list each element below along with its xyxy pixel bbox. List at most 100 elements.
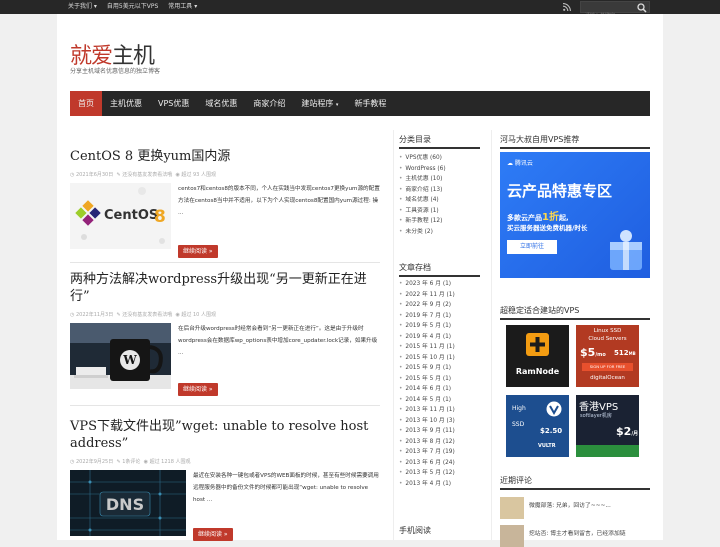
archive-item[interactable]: 2013 年 9 月 (11) (399, 426, 454, 437)
read-more-button[interactable]: 继续阅读 » (178, 383, 218, 396)
category-item[interactable]: 域名优惠 (4) (399, 195, 446, 206)
nav-vendors[interactable]: 商家介绍 (245, 91, 293, 116)
nav-label: 首页 (78, 99, 94, 108)
do-price: $5/mo (580, 346, 606, 359)
archive-item[interactable]: 2019 年 5 月 (1) (399, 321, 455, 332)
archive-item[interactable]: 2013 年 5 月 (12) (399, 468, 454, 479)
comment-icon: ✎ (116, 459, 121, 465)
column-divider (491, 130, 492, 540)
search-icon[interactable] (637, 3, 647, 13)
nav-tutorials[interactable]: 新手教程 (346, 91, 394, 116)
read-more-button[interactable]: 继续阅读 » (193, 528, 233, 541)
category-item[interactable]: 主机优惠 (10) (399, 174, 446, 185)
eye-icon: ◉ (175, 172, 180, 178)
post-title[interactable]: VPS下载文件出现”wget: unable to resolve host a… (70, 418, 380, 452)
archives-list: 2023 年 6 月 (1) 2022 年 11 月 (1) 2022 年 9 … (399, 279, 455, 490)
do-ram-unit: MB (628, 351, 636, 356)
title-underline (500, 147, 650, 149)
archive-item[interactable]: 2013 年 10 月 (3) (399, 416, 454, 427)
avatar[interactable] (500, 525, 524, 547)
category-item[interactable]: VPS优惠 (60) (399, 153, 446, 164)
nav-hosting[interactable]: 主机优惠 (102, 91, 150, 116)
archive-item[interactable]: 2013 年 6 月 (24) (399, 458, 454, 469)
read-more-button[interactable]: 继续阅读 » (178, 245, 218, 258)
vultr-ad[interactable]: High SSD $2.50 VULTR (506, 395, 569, 457)
site-tagline: 分享主机域名优惠信息的独立博客 (70, 68, 161, 75)
top-menu-vps[interactable]: 自用5美元以下VPS (107, 0, 158, 14)
post-date: 2022年11月3日 (75, 312, 114, 318)
category-item[interactable]: 新手教程 (12) (399, 216, 446, 227)
archive-item[interactable]: 2013 年 11 月 (1) (399, 405, 454, 416)
hk-price: $2/月 (616, 425, 638, 438)
archive-item[interactable]: 2014 年 6 月 (1) (399, 384, 455, 395)
post-comments[interactable]: 1条评论 (122, 459, 140, 465)
comment-icon: ✎ (116, 312, 121, 318)
category-item[interactable]: WordPress (6) (399, 164, 445, 175)
comment-text[interactable]: 挖站否: 博主才看到留言，已经添加链 (529, 528, 626, 537)
nav-vps[interactable]: VPS优惠 (150, 91, 197, 116)
post-comments[interactable]: 还没有基友发表看法哦 (122, 312, 172, 318)
nav-label: 新手教程 (354, 99, 387, 108)
nav-label: 建站程序 (301, 99, 334, 108)
post-views: 超过 93 人围观 (181, 172, 216, 178)
archive-item[interactable]: 2019 年 7 月 (1) (399, 311, 455, 322)
archive-item[interactable]: 2015 年 10 月 (1) (399, 353, 454, 364)
archive-item[interactable]: 2019 年 4 月 (1) (399, 332, 455, 343)
post-excerpt: centos7和centos8的版本不同，个人在实践当中发现centos7更换y… (178, 186, 380, 216)
tencent-cloud-ad[interactable]: ☁ 腾讯云 云产品特惠专区 多款云产品1折起, 买云服务器送免费机器/时长 立即… (500, 152, 650, 278)
ad-brand: ☁ 腾讯云 (507, 158, 533, 167)
title-underline (500, 488, 650, 490)
archive-item[interactable]: 2023 年 6 月 (1) (399, 279, 455, 290)
post-date: 2022年9月25日 (75, 459, 114, 465)
category-item[interactable]: 工具资源 (1) (399, 206, 446, 217)
category-item[interactable]: 商家介绍 (13) (399, 185, 446, 196)
search-box (580, 1, 650, 21)
archive-item[interactable]: 2013 年 8 月 (12) (399, 437, 454, 448)
archive-item[interactable]: 2013 年 7 月 (19) (399, 447, 454, 458)
post-comments[interactable]: 还没有基友发表看法哦 (122, 172, 172, 178)
category-item[interactable]: 未分类 (2) (399, 227, 446, 238)
archive-item[interactable]: 2022 年 9 月 (2) (399, 300, 455, 311)
nav-domain[interactable]: 域名优惠 (197, 91, 245, 116)
top-menu-about[interactable]: 关于我们 ▾ (68, 0, 97, 14)
archive-item[interactable]: 2014 年 5 月 (1) (399, 395, 455, 406)
vultr-price: $2.50 (540, 427, 563, 435)
svg-text:W: W (122, 353, 137, 367)
post-excerpt: 最近在安装各种一键包或者VPS的WEB面板的时候，甚至有些时候需要调用远程服务器… (193, 473, 379, 503)
ad-sub2: 买云服务器送免费机器/时长 (507, 224, 588, 232)
title-underline (500, 318, 650, 320)
post-item: VPS下载文件出现”wget: unable to resolve host a… (70, 418, 380, 541)
digitalocean-ad[interactable]: Linux SSD Cloud Servers $5/mo 512MB SIGN… (576, 325, 639, 387)
thumb-centos-text: CentOS (104, 208, 158, 223)
archive-item[interactable]: 2013 年 4 月 (1) (399, 479, 455, 490)
ramnode-ad[interactable]: RamNode (506, 325, 569, 387)
archive-item[interactable]: 2022 年 11 月 (1) (399, 290, 454, 301)
archive-item[interactable]: 2015 年 11 月 (1) (399, 342, 454, 353)
post-title[interactable]: CentOS 8 更换yum国内源 (70, 148, 380, 165)
vultr-logo-icon (546, 401, 562, 417)
rss-icon[interactable] (563, 3, 571, 11)
post-thumbnail[interactable]: W (70, 323, 171, 389)
top-menu-tools[interactable]: 常用工具 ▾ (168, 0, 197, 14)
vultr-brand: VULTR (538, 443, 556, 449)
title-underline (399, 275, 480, 277)
hk-vps-ad[interactable]: 香港VPS softlayer机房 $2/月 (576, 395, 639, 457)
ad-brand-label: 腾讯云 (514, 160, 533, 167)
main-nav: 首页 主机优惠 VPS优惠 域名优惠 商家介绍 建站程序 ▾ 新手教程 (70, 91, 650, 116)
do-signup-button[interactable]: SIGN UP FOR FREE (582, 363, 633, 371)
vps-recommend-title: 河马大叔自用VPS推荐 (500, 135, 580, 144)
nav-label: 商家介绍 (253, 99, 286, 108)
nav-site-tools[interactable]: 建站程序 ▾ (293, 91, 346, 116)
archive-item[interactable]: 2015 年 9 月 (1) (399, 363, 455, 374)
post-thumbnail[interactable]: DNS (70, 470, 186, 536)
avatar[interactable] (500, 497, 524, 519)
post-meta: ◷ 2022年9月25日 ✎ 1条评论 ◉ 超过 1218 人围观 (70, 458, 380, 465)
post-views: 超过 1218 人围观 (149, 459, 191, 465)
nav-home[interactable]: 首页 (70, 91, 102, 116)
do-ram-value: 512 (614, 349, 629, 357)
comment-text[interactable]: 微魔部落: 兄弟，回访了~~~... (529, 500, 611, 509)
post-thumbnail[interactable]: CentOS 8 (70, 183, 171, 249)
ad-go-button[interactable]: 立即前往 (507, 240, 557, 254)
archive-item[interactable]: 2015 年 5 月 (1) (399, 374, 455, 385)
post-title[interactable]: 两种方法解决wordpress升级出现“另一更新正在进行” (70, 271, 380, 305)
